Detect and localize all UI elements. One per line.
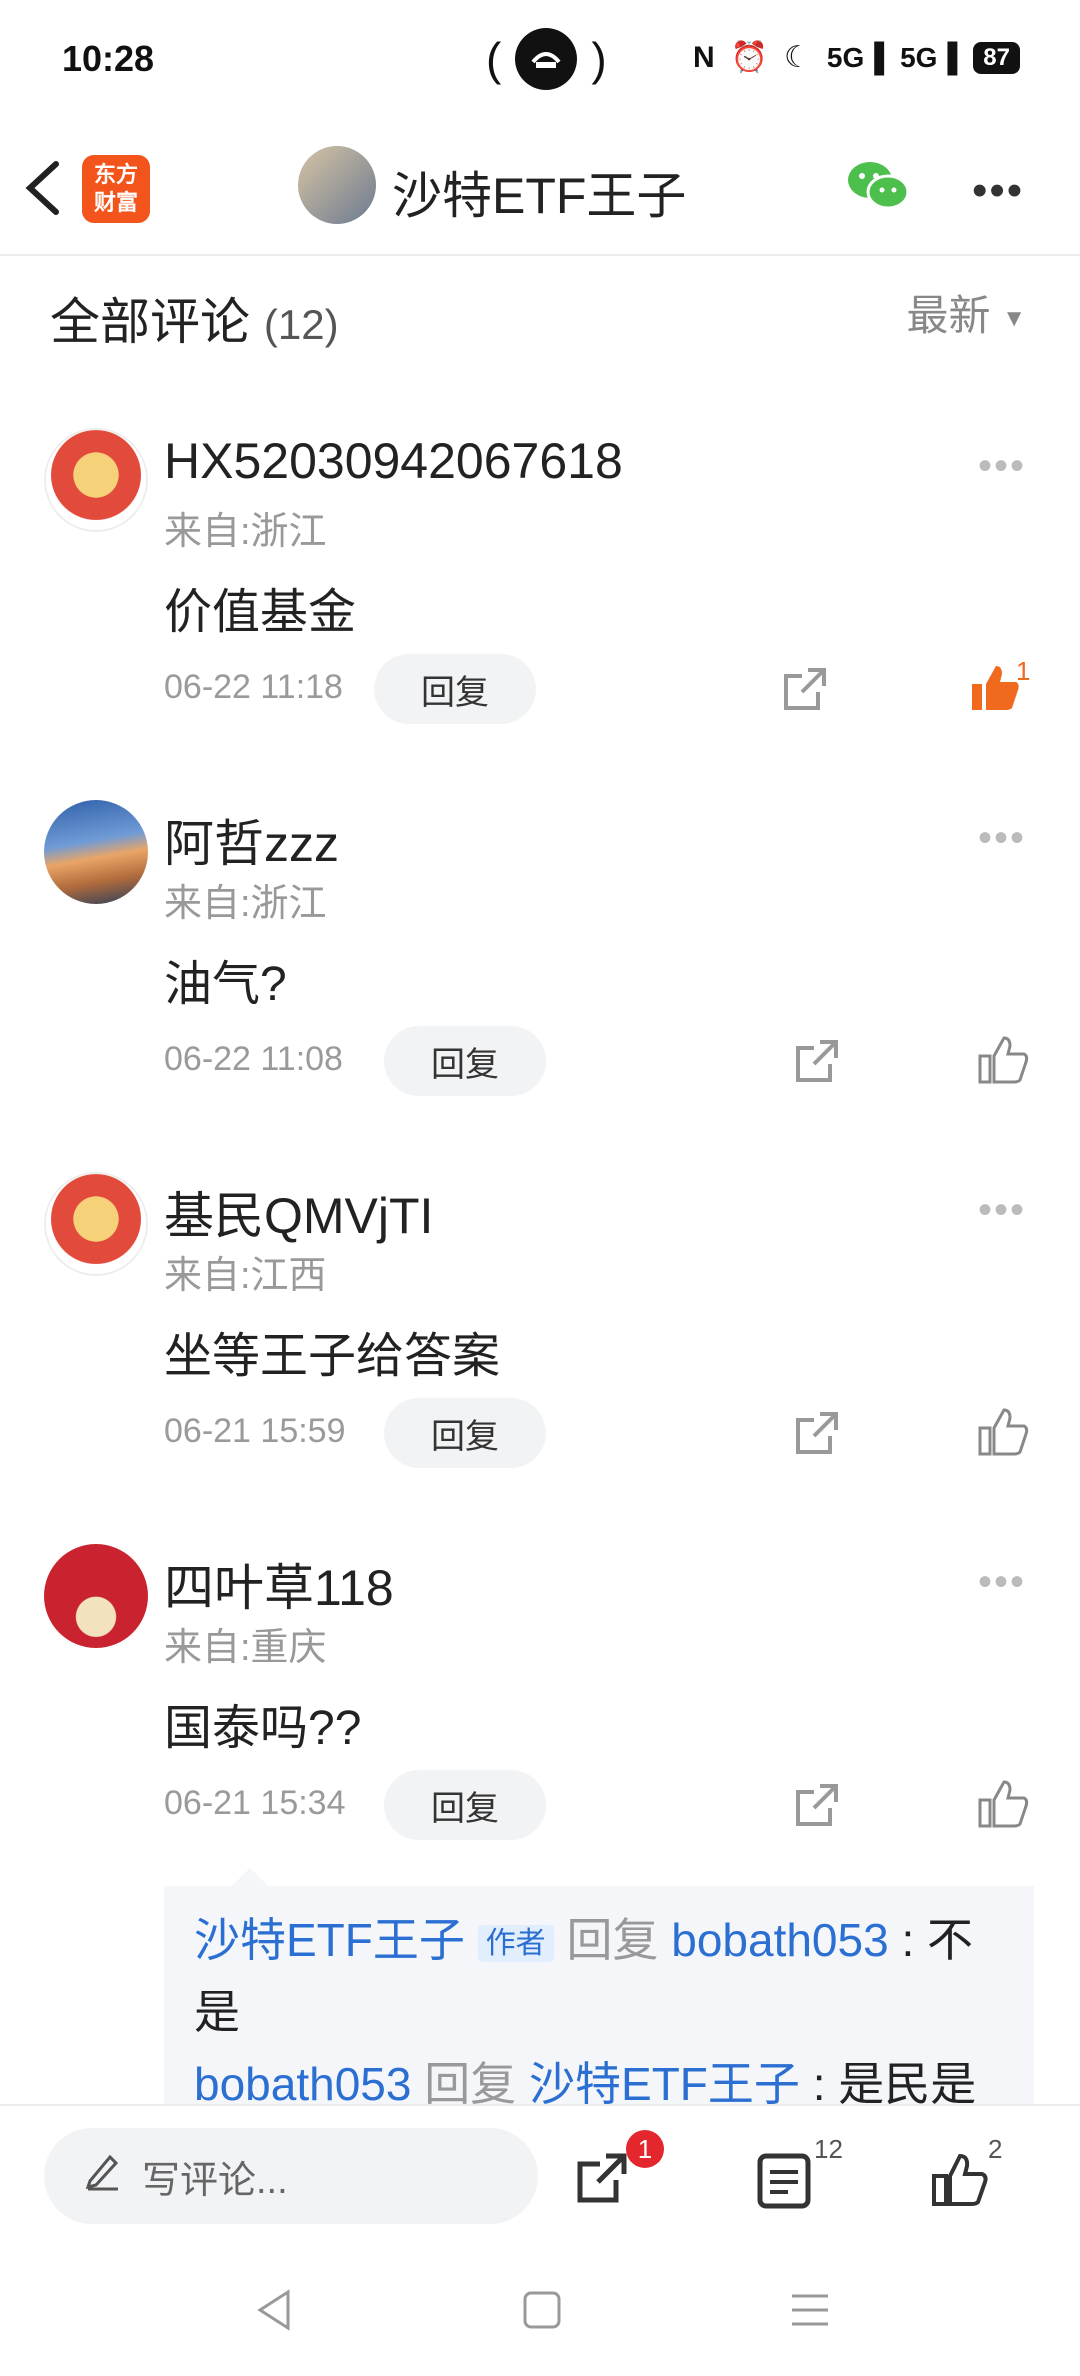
comment-time: 06-22 11:08 — [164, 1040, 343, 1078]
comment-more-icon[interactable]: ••• — [978, 816, 1026, 861]
reply-verb: 回复 — [424, 2058, 517, 2106]
system-nav-bar — [0, 2258, 1080, 2376]
share-icon[interactable] — [790, 1034, 844, 1093]
nav-menu-icon[interactable] — [790, 2292, 830, 2333]
comment-avatar[interactable] — [44, 1172, 148, 1276]
comment-avatar[interactable] — [44, 800, 148, 904]
comment-username[interactable]: 阿哲zzz — [164, 804, 339, 876]
share-icon[interactable] — [790, 1778, 844, 1837]
like-icon[interactable] — [976, 1776, 1032, 1837]
reply-text: : 不 — [901, 1914, 974, 1966]
hotspot-icon — [515, 28, 578, 90]
comment-location: 来自:浙江 — [164, 511, 327, 553]
nav-back-icon[interactable] — [254, 2288, 294, 2337]
reply-box-pointer — [232, 1868, 268, 1886]
comment-time: 06-21 15:34 — [164, 1784, 346, 1822]
moon-icon: ☾ — [783, 41, 811, 74]
nfc-icon: N — [692, 40, 715, 74]
comment-avatar[interactable] — [44, 1544, 148, 1648]
battery-icon: 87 — [973, 41, 1020, 74]
share-bottom-icon[interactable] — [572, 2148, 632, 2213]
write-comment-input[interactable]: 写评论... — [44, 2128, 538, 2224]
like-icon[interactable] — [976, 1404, 1032, 1465]
signal-icon: 5G▐ — [826, 41, 885, 73]
reply-button[interactable]: 回复 — [384, 1770, 546, 1840]
reply-button[interactable]: 回复 — [374, 654, 536, 724]
author-avatar[interactable] — [298, 146, 376, 224]
share-badge: 1 — [626, 2130, 664, 2168]
reply-author[interactable]: 沙特ETF王子 — [194, 1914, 465, 1966]
like-count: 1 — [1016, 656, 1031, 686]
comment-count-badge: 12 — [814, 2134, 843, 2164]
like-count-badge: 2 — [988, 2134, 1003, 2164]
logo-text-top: 东方 — [93, 162, 138, 187]
comment-body: 坐等王子给答案 — [164, 1330, 501, 1383]
author-tag: 作者 — [477, 1924, 554, 1962]
comment-location: 来自:江西 — [164, 1255, 327, 1297]
reply-text-cont: 是 — [194, 1986, 240, 2038]
comment-body: 国泰吗?? — [164, 1702, 362, 1755]
sort-dropdown[interactable]: 最新 ▼ — [907, 282, 1026, 343]
comments-header: 全部评论 (12) — [50, 282, 339, 354]
comment-more-icon[interactable]: ••• — [978, 1188, 1026, 1233]
wechat-icon[interactable] — [846, 158, 910, 219]
share-icon[interactable] — [778, 662, 832, 721]
reply-verb: 回复 — [566, 1914, 659, 1966]
pencil-icon — [84, 2151, 120, 2201]
reply-text: : 是民是 — [812, 2058, 977, 2106]
like-bottom-icon[interactable] — [930, 2150, 990, 2215]
reply-target[interactable]: 沙特ETF王子 — [529, 2058, 800, 2106]
alarm-icon: ⏰ — [730, 41, 768, 74]
comment-time: 06-21 15:59 — [164, 1412, 346, 1450]
status-time: 10:28 — [62, 38, 155, 79]
nav-home-icon[interactable] — [522, 2290, 562, 2335]
reply-target[interactable]: bobath053 — [671, 1914, 888, 1966]
comments-count: (12) — [263, 301, 339, 348]
more-menu-icon[interactable]: ••• — [972, 166, 1024, 216]
share-icon[interactable] — [790, 1406, 844, 1465]
comment-body: 油气? — [164, 958, 287, 1011]
caret-down-icon: ▼ — [1002, 304, 1026, 332]
comment-username[interactable]: HX52030942067618 — [164, 432, 623, 490]
reply-button[interactable]: 回复 — [384, 1398, 546, 1468]
write-comment-placeholder: 写评论... — [142, 2159, 288, 2202]
comment-avatar[interactable] — [44, 428, 148, 532]
reply-author[interactable]: bobath053 — [194, 2058, 411, 2106]
comment-body: 价值基金 — [164, 586, 357, 639]
header-bar: 东方 财富 沙特ETF王子 ••• — [0, 120, 1080, 256]
back-icon[interactable] — [22, 158, 66, 223]
like-icon[interactable] — [976, 1032, 1032, 1093]
comments-title: 全部评论 — [50, 294, 250, 350]
comment-username[interactable]: 四叶草118 — [164, 1548, 394, 1620]
status-icons: N ⏰ ☾ 5G▐ 5G▐ 87 — [693, 40, 1020, 75]
comment-time: 06-22 11:18 — [164, 668, 343, 706]
comment-username[interactable]: 基民QMVjTI — [164, 1176, 433, 1248]
comment-list-icon[interactable] — [756, 2152, 812, 2215]
logo-text-bottom: 财富 — [93, 190, 138, 215]
reply-thread[interactable]: 沙特ETF王子 作者 回复 bobath053 : 不 是 bobath053 … — [164, 1886, 1034, 2106]
reply-button[interactable]: 回复 — [384, 1026, 546, 1096]
comment-location: 来自:浙江 — [164, 883, 327, 925]
bottom-action-bar: 写评论... 1 12 2 — [0, 2104, 1080, 2260]
signal-icon-2: 5G▐ — [900, 41, 958, 73]
comment-location: 来自:重庆 — [164, 1627, 327, 1669]
app-logo: 东方 财富 — [82, 155, 150, 223]
sort-label: 最新 — [906, 292, 991, 339]
hotspot-indicator: ( ) — [486, 28, 607, 90]
comment-more-icon[interactable]: ••• — [978, 444, 1026, 489]
page-title[interactable]: 沙特ETF王子 — [392, 156, 686, 228]
comment-more-icon[interactable]: ••• — [978, 1560, 1026, 1605]
